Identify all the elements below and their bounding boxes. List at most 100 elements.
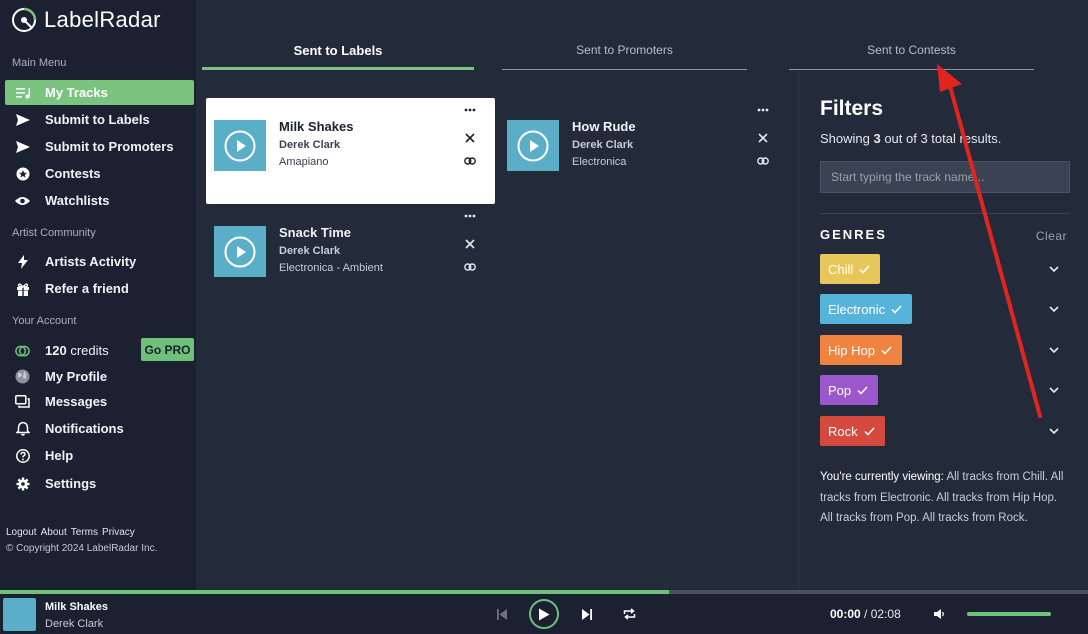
viewing-lead: You're currently viewing: [820, 471, 944, 483]
sidebar-item-submit-promoters[interactable]: Submit to Promoters [5, 134, 194, 159]
more-options-icon[interactable] [463, 108, 477, 112]
sidebar: LabelRadar Main Menu My Tracks Submit to… [0, 0, 196, 590]
tab-sent-to-labels[interactable]: Sent to Labels [202, 36, 474, 70]
track-card[interactable]: Milk Shakes Derek Clark Amapiano [206, 98, 495, 204]
sidebar-item-watchlists[interactable]: Watchlists [5, 188, 194, 213]
genre-chip-rock[interactable]: Rock [820, 416, 885, 446]
genres-heading: GENRES [820, 227, 887, 242]
current-view-summary: You're currently viewing: All tracks fro… [820, 467, 1070, 529]
player-artwork [3, 598, 36, 631]
chevron-down-icon[interactable] [1048, 425, 1060, 437]
genre-chip-electronic[interactable]: Electronic [820, 294, 913, 324]
sidebar-item-my-profile[interactable]: My Profile [5, 364, 194, 389]
link-icon[interactable] [463, 157, 477, 165]
credits-icon [15, 343, 30, 358]
sidebar-item-label: Submit to Labels [45, 112, 150, 127]
previous-icon[interactable] [495, 594, 509, 634]
track-card[interactable]: Snack Time Derek Clark Electronica - Amb… [206, 204, 495, 310]
track-artist: Derek Clark [572, 139, 634, 151]
sidebar-item-settings[interactable]: Settings [5, 471, 194, 496]
sidebar-item-my-tracks[interactable]: My Tracks [5, 80, 194, 105]
check-icon [891, 304, 902, 314]
footer-links: Logout About Terms Privacy [6, 527, 135, 538]
sidebar-item-contests[interactable]: Contests [5, 161, 194, 186]
filters-panel: Filters Showing 3 out of 3 total results… [798, 70, 1088, 590]
clear-genres-button[interactable]: Clear [1036, 229, 1067, 243]
current-time: 00:00 [830, 607, 861, 621]
tab-sent-to-contests[interactable]: Sent to Contests [789, 36, 1034, 70]
sidebar-item-help[interactable]: Help [5, 443, 194, 468]
brand-name: LabelRadar [44, 7, 161, 32]
send-icon [15, 112, 30, 127]
more-options-icon[interactable] [756, 108, 770, 112]
track-title[interactable]: Milk Shakes [279, 119, 353, 134]
credits-count: 120 [45, 343, 67, 358]
close-icon[interactable] [463, 239, 477, 249]
sidebar-item-submit-labels[interactable]: Submit to Labels [5, 107, 194, 132]
sidebar-item-notifications[interactable]: Notifications [5, 416, 194, 441]
sidebar-item-messages[interactable]: Messages [5, 389, 194, 414]
next-icon[interactable] [580, 594, 594, 634]
playback-time: 00:00 / 02:08 [830, 607, 901, 621]
track-artwork [507, 120, 559, 171]
check-icon [864, 426, 875, 436]
help-icon [15, 448, 30, 463]
volume-level [967, 612, 1051, 616]
play-icon [539, 608, 550, 620]
play-icon[interactable] [224, 130, 256, 162]
sidebar-item-label: Watchlists [45, 193, 110, 208]
sidebar-item-credits[interactable]: 120 credits Go PRO [5, 338, 194, 363]
sidebar-item-label: Submit to Promoters [45, 139, 174, 154]
close-icon[interactable] [756, 133, 770, 143]
sidebar-item-refer-friend[interactable]: Refer a friend [5, 276, 194, 301]
brand-logo[interactable]: LabelRadar [10, 6, 161, 34]
about-link[interactable]: About [41, 527, 67, 538]
chevron-down-icon[interactable] [1048, 384, 1060, 396]
track-card[interactable]: How Rude Derek Clark Electronica [499, 98, 788, 204]
check-icon [857, 385, 868, 395]
account-title: Your Account [12, 315, 77, 327]
chevron-down-icon[interactable] [1048, 263, 1060, 275]
chevron-down-icon[interactable] [1048, 303, 1060, 315]
play-button[interactable] [529, 599, 559, 629]
main-menu-title: Main Menu [12, 57, 67, 69]
volume-slider[interactable] [967, 612, 1051, 616]
track-search-input[interactable] [820, 161, 1070, 193]
genre-label: Pop [828, 382, 852, 398]
genre-chip-pop[interactable]: Pop [820, 375, 879, 405]
results-count: 3 [873, 131, 881, 146]
track-title[interactable]: How Rude [572, 119, 636, 134]
play-icon[interactable] [224, 236, 256, 268]
terms-link[interactable]: Terms [71, 527, 98, 538]
close-icon[interactable] [463, 133, 477, 143]
sidebar-item-label: Contests [45, 166, 101, 181]
link-icon[interactable] [756, 157, 770, 165]
play-icon[interactable] [517, 130, 549, 162]
volume-icon[interactable] [932, 594, 946, 634]
genre-chip-hip-hop[interactable]: Hip Hop [820, 335, 902, 365]
tab-sent-to-promoters[interactable]: Sent to Promoters [502, 36, 747, 70]
sidebar-item-label: My Tracks [45, 85, 108, 100]
genre-label: Rock [828, 423, 858, 439]
link-icon[interactable] [463, 263, 477, 271]
results-suffix: out of 3 total results. [880, 131, 1002, 146]
genre-label: Hip Hop [828, 342, 875, 358]
results-summary: Showing 3 out of 3 total results. [820, 131, 1001, 146]
go-pro-button[interactable]: Go PRO [141, 338, 194, 361]
more-options-icon[interactable] [463, 214, 477, 218]
sidebar-item-label: My Profile [45, 369, 108, 384]
repeat-icon[interactable] [621, 594, 637, 634]
track-title[interactable]: Snack Time [279, 225, 351, 240]
community-title: Artist Community [12, 227, 96, 239]
logout-link[interactable]: Logout [6, 527, 37, 538]
genre-chip-chill[interactable]: Chill [820, 254, 881, 284]
send-icon [15, 139, 30, 154]
player-track-title: Milk Shakes [45, 601, 108, 613]
privacy-link[interactable]: Privacy [102, 527, 135, 538]
track-artwork [214, 120, 266, 171]
sidebar-item-artists-activity[interactable]: Artists Activity [5, 249, 194, 274]
genre-label: Electronic [828, 301, 886, 317]
sidebar-item-label: Artists Activity [45, 254, 137, 269]
chevron-down-icon[interactable] [1048, 344, 1060, 356]
radar-logo-icon [12, 7, 37, 32]
